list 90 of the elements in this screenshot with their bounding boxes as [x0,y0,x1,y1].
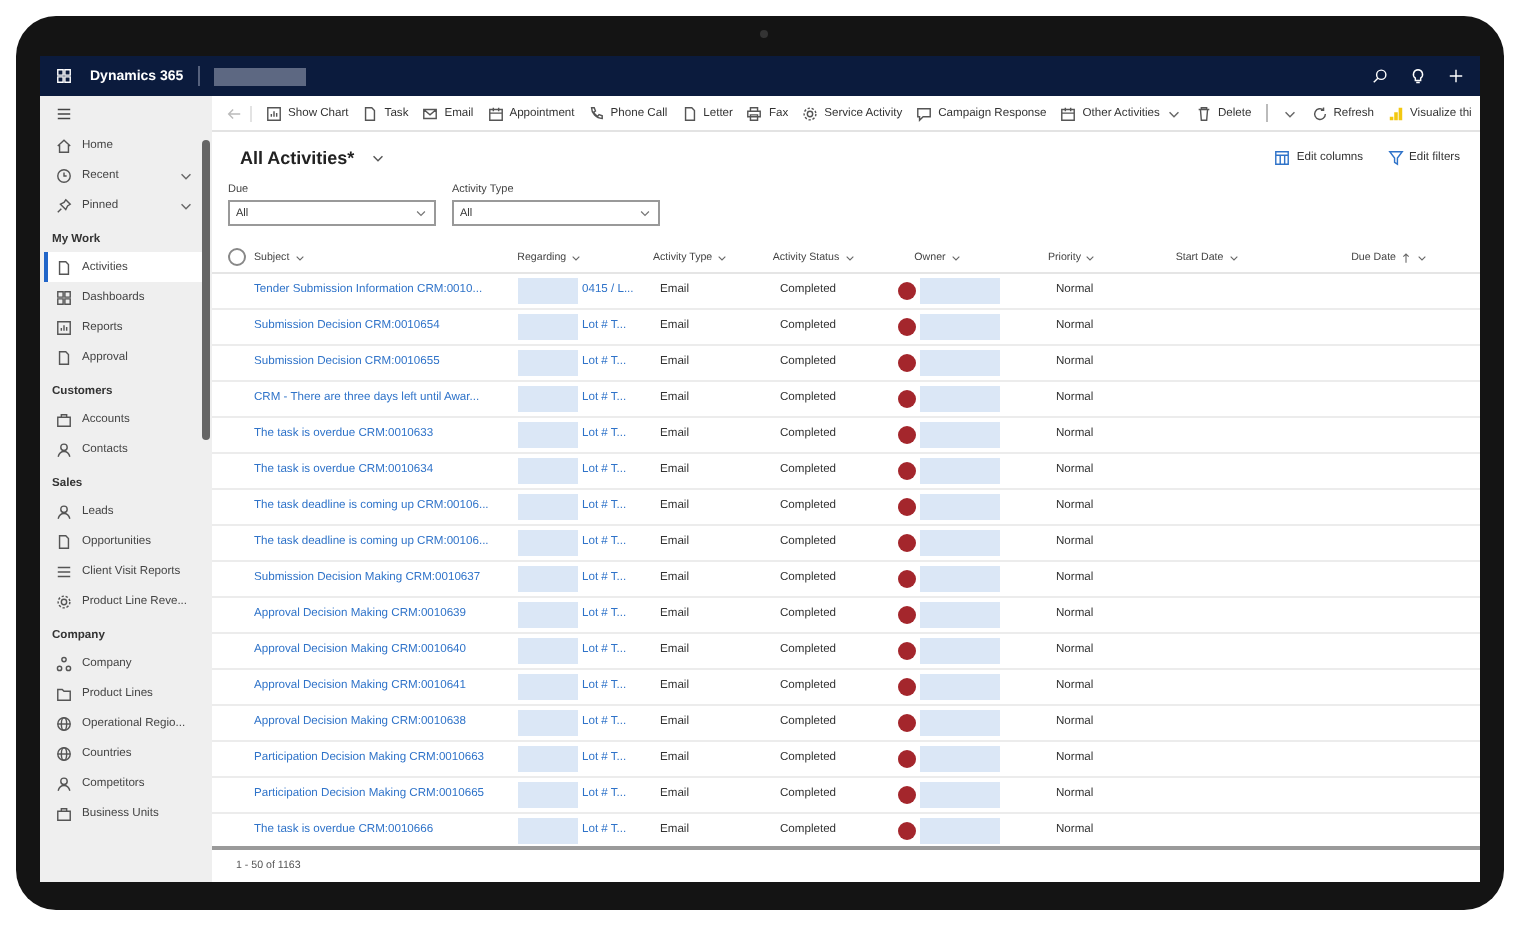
redacted-block [920,601,1000,628]
house-icon [56,137,72,153]
columns-icon [1274,150,1291,166]
chevron-down-icon [843,251,856,264]
briefcase-icon [56,411,72,427]
chevron-down-icon [414,206,428,220]
gear-icon [56,593,72,609]
redacted-block [213,67,306,85]
printer-icon [746,105,763,121]
redacted-block [518,529,578,556]
search-button[interactable] [1368,64,1392,88]
chevron-down-icon [716,251,729,264]
redacted-block [518,493,578,520]
redacted-block [920,277,1000,304]
redacted-block [518,457,578,484]
chevron-down-icon [370,150,387,166]
redacted-block [518,277,578,304]
redacted-block [518,349,578,376]
person-icon [56,441,72,457]
plus-icon [1448,68,1464,84]
chart-icon [56,319,72,335]
globe-icon [56,715,72,731]
arrow-left-icon [226,105,242,121]
redacted-block [920,565,1000,592]
nodes-icon [56,655,72,671]
list-icon [56,563,72,579]
calendar-icon [1060,105,1077,121]
arrow-up-icon [1400,251,1412,264]
redacted-block [920,421,1000,448]
redacted-block [518,673,578,700]
redacted-block [518,637,578,664]
chevron-down-icon [1416,251,1428,264]
calendar-icon [487,105,504,121]
chevron-down-icon [1084,251,1097,264]
waffle-icon [56,68,72,84]
redacted-block [920,385,1000,412]
redacted-block [920,313,1000,340]
redacted-block [518,385,578,412]
search-icon [1372,68,1388,84]
grid-icon [56,289,72,305]
globe-icon [56,745,72,761]
gear-icon [802,105,819,121]
document-icon [362,105,379,121]
redacted-block [518,745,578,772]
speech-bubble-icon [916,105,933,121]
document-icon [56,349,72,365]
person-icon [56,503,72,519]
redacted-block [518,421,578,448]
new-button[interactable] [1444,64,1468,88]
chart-icon [266,105,282,121]
redacted-block [518,781,578,808]
envelope-icon [422,105,439,121]
bar-chart-icon [1388,105,1405,121]
view-title: All Activities* [240,148,355,168]
redacted-block [518,709,578,736]
briefcase-icon [56,805,72,821]
chevron-down-icon [1227,251,1240,264]
trash-icon [1195,105,1212,121]
redacted-block [920,709,1000,736]
filter-icon [1387,150,1404,166]
menu-icon [56,105,72,121]
redacted-block [920,457,1000,484]
clock-icon [56,167,72,183]
redacted-block [518,313,578,340]
chevron-down-icon [293,251,306,264]
redacted-block [920,817,1000,844]
chevron-down-icon [638,206,652,220]
person-icon [56,775,72,791]
redacted-block [518,565,578,592]
redacted-block [920,637,1000,664]
redacted-block [920,493,1000,520]
redacted-block [518,817,578,844]
select-all-checkbox[interactable] [228,248,246,267]
refresh-icon [1311,105,1328,121]
pin-icon [56,197,72,213]
document-icon [56,259,72,275]
document-icon [681,105,698,121]
lightbulb-icon [1410,68,1426,84]
redacted-block [920,529,1000,556]
chevron-down-icon [949,251,962,264]
chevron-down-icon [570,251,583,264]
document-icon [56,533,72,549]
redacted-block [518,601,578,628]
redacted-block [920,781,1000,808]
phone-icon [588,105,605,121]
redacted-block [920,349,1000,376]
redacted-block [920,673,1000,700]
folder-icon [56,685,72,701]
app-launcher-button[interactable] [52,64,76,88]
redacted-block [920,745,1000,772]
